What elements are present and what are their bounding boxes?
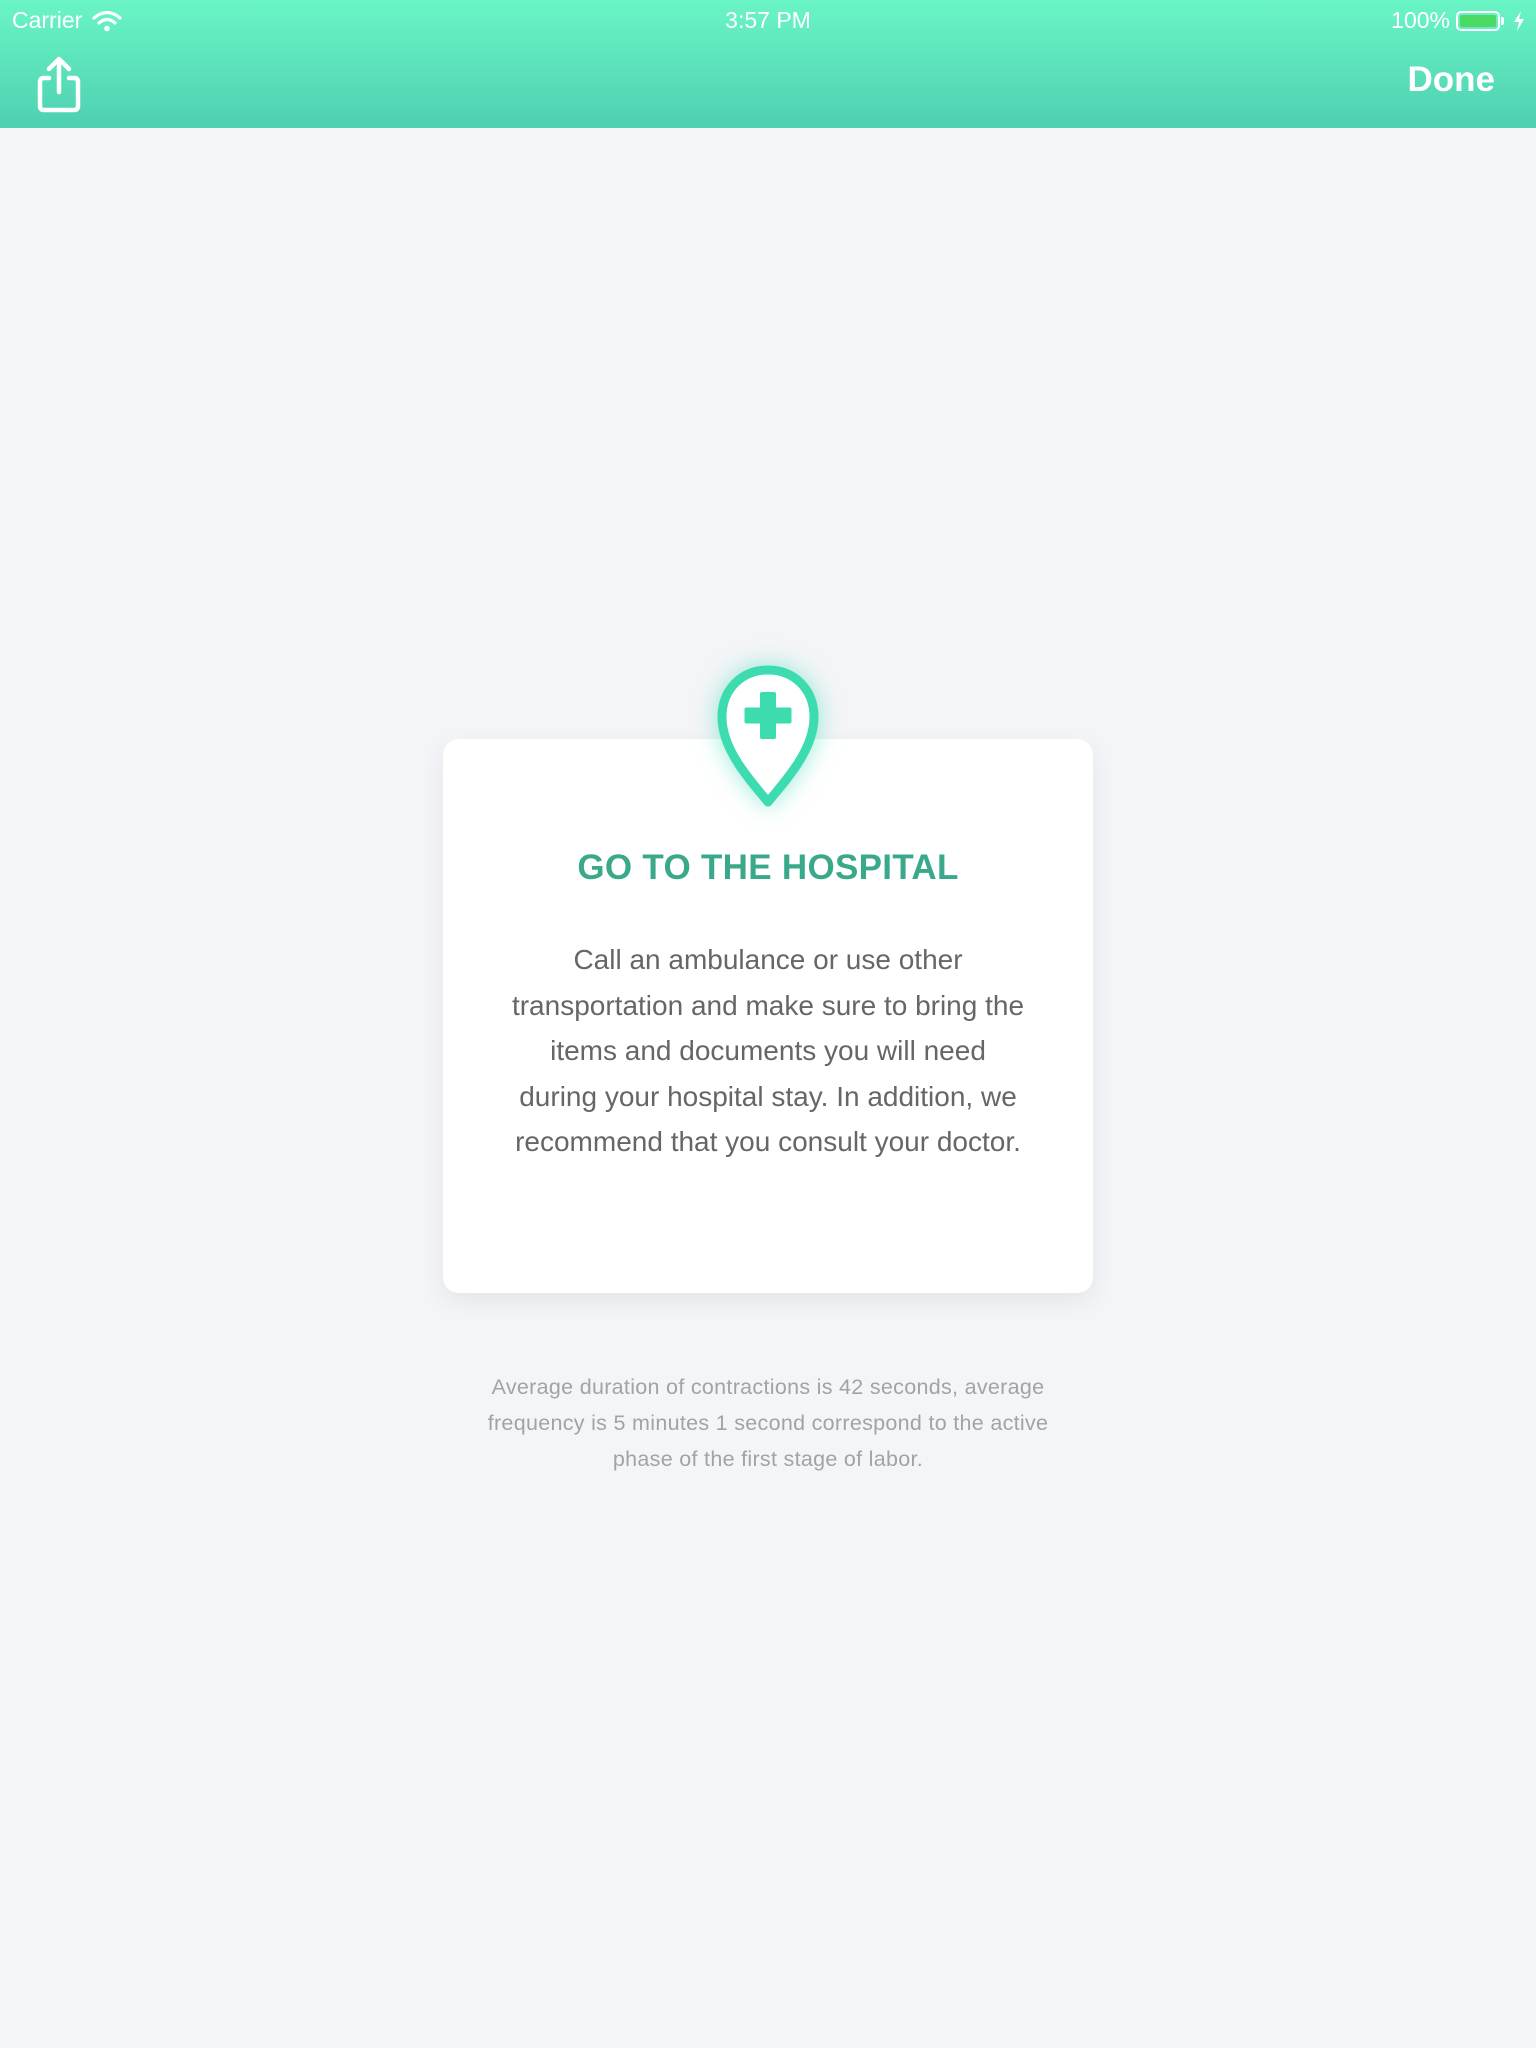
battery-percent: 100% bbox=[1391, 7, 1450, 33]
navigation-bar: Done bbox=[0, 42, 1536, 128]
charging-bolt-icon bbox=[1514, 10, 1524, 31]
battery-body bbox=[1456, 10, 1500, 31]
card-title: GO TO THE HOSPITAL bbox=[577, 848, 959, 887]
contraction-summary-text: Average duration of contractions is 42 s… bbox=[487, 1375, 1049, 1471]
done-button[interactable]: Done bbox=[1408, 60, 1496, 100]
status-time: 3:57 PM bbox=[725, 7, 811, 33]
share-icon[interactable] bbox=[34, 56, 84, 114]
battery-icon bbox=[1456, 10, 1506, 32]
hospital-location-pin-icon bbox=[717, 665, 819, 807]
battery-indicator: 100% bbox=[1391, 7, 1526, 34]
top-bar: Carrier 3:57 PM 100% Done bbox=[0, 0, 1536, 128]
card-body-text: Call an ambulance or use other transport… bbox=[511, 944, 1025, 1157]
battery-cap bbox=[1501, 16, 1504, 25]
status-bar: Carrier 3:57 PM 100% bbox=[0, 0, 1536, 42]
battery-fill bbox=[1460, 14, 1496, 27]
